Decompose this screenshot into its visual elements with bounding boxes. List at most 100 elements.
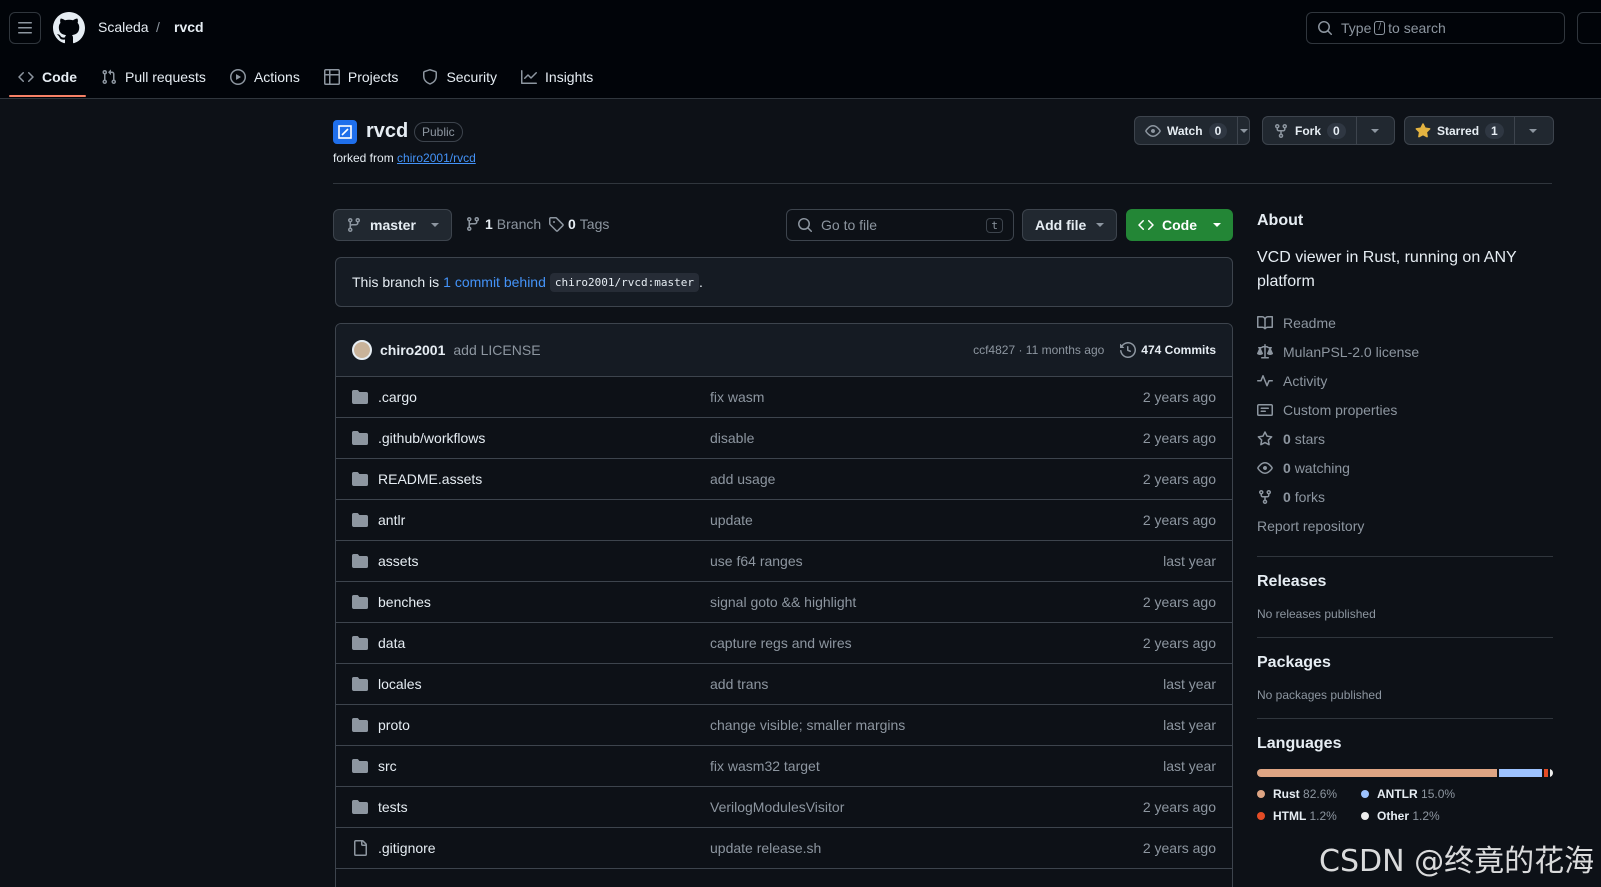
code-button[interactable]: Code [1126,209,1233,241]
file-name[interactable]: locales [378,676,710,692]
file-name[interactable]: .gitignore [378,840,710,856]
about-link-count: 0 [1283,459,1291,476]
file-name[interactable]: benches [378,594,710,610]
search-shortcut-key: / [1374,21,1386,35]
about-link[interactable]: Custom properties [1257,395,1553,424]
copilot-button[interactable] [1577,12,1601,44]
file-row[interactable]: benches signal goto && highlight 2 years a… [336,582,1232,623]
tab-projects[interactable]: Projects [315,58,408,96]
tab-actions[interactable]: Actions [221,58,309,96]
commits-link[interactable]: 474 Commits [1120,342,1216,358]
about-link[interactable]: MulanPSL-2.0 license [1257,337,1553,366]
file-commit-message[interactable]: fix wasm32 target [710,758,1092,774]
search-icon [798,218,813,233]
watch-button[interactable]: Watch 0 [1135,117,1239,144]
tag-count: 0 [568,216,576,232]
file-commit-message[interactable]: fix wasm [710,389,1092,405]
file-row[interactable]: .github/workflows disable 2 years ago [336,418,1232,459]
file-row[interactable]: locales add trans last year [336,664,1232,705]
file-name[interactable]: antlr [378,512,710,528]
tab-pull-requests[interactable]: Pull requests [92,58,215,96]
file-commit-message[interactable]: change visible; smaller margins [710,717,1092,733]
folder-icon [352,636,368,650]
menu-button[interactable] [9,12,41,44]
git-pull-request-icon [102,69,117,85]
repo-nav: Code Pull requests Actions Projects Secu… [9,58,608,98]
file-commit-message[interactable]: add usage [710,471,1092,487]
file-name[interactable]: .github/workflows [378,430,710,446]
about-link[interactable]: 0 stars [1257,424,1553,453]
file-row[interactable]: README.assets add usage 2 years ago [336,459,1232,500]
tab-code[interactable]: Code [9,58,86,97]
about-link[interactable]: Readme [1257,308,1553,337]
file-row[interactable]: data capture regs and wires 2 years ago [336,623,1232,664]
commit-message[interactable]: add LICENSE [453,342,540,358]
about-link[interactable]: 0 watching [1257,453,1553,482]
file-row[interactable]: .gitignore update release.sh 2 years ago [336,828,1232,869]
go-to-file-input[interactable]: Go to file t [786,209,1014,241]
branch-selector[interactable]: master [333,209,452,241]
watch-dropdown[interactable] [1238,117,1249,144]
avatar[interactable] [352,340,372,360]
add-file-button[interactable]: Add file [1022,209,1117,241]
file-commit-date: 2 years ago [1142,512,1216,528]
repo-title[interactable]: rvcd [366,120,408,143]
fork-count: 0 [1327,122,1346,139]
fork-button[interactable]: Fork 0 [1263,117,1357,144]
file-name[interactable]: proto [378,717,710,733]
star-dropdown[interactable] [1515,117,1551,144]
file-row[interactable]: .cargo fix wasm 2 years ago [336,377,1232,418]
file-commit-date: 2 years ago [1142,799,1216,815]
file-commit-message[interactable]: add trans [710,676,1092,692]
file-name[interactable]: .cargo [378,389,710,405]
file-type-icon [352,512,368,528]
chevron-down-icon [1371,128,1380,133]
about-link-label: MulanPSL-2.0 license [1283,343,1420,360]
file-row[interactable]: antlr update 2 years ago [336,500,1232,541]
forked-from-link[interactable]: chiro2001/rvcd [397,151,476,165]
folder-icon [352,472,368,486]
language-item[interactable]: HTML 1.2% [1257,809,1361,823]
file-row[interactable]: assets use f64 ranges last year [336,541,1232,582]
latest-commit-row: chiro2001 add LICENSE ccf4827 · 11 month… [336,324,1232,377]
file-commit-date: last year [1163,758,1216,774]
file-row[interactable]: tests VerilogModulesVisitor 2 years ago [336,787,1232,828]
commit-author[interactable]: chiro2001 [380,342,445,358]
file-commit-message[interactable]: use f64 ranges [710,553,1092,569]
file-row[interactable]: src fix wasm32 target last year [336,746,1232,787]
releases-heading[interactable]: Releases [1257,573,1553,591]
about-link[interactable]: 0 forks [1257,482,1553,511]
report-repository-link[interactable]: Report repository [1257,511,1553,540]
file-name[interactable]: tests [378,799,710,815]
breadcrumb-repo[interactable]: rvcd [174,19,204,35]
starred-button[interactable]: Starred 1 [1405,117,1515,144]
packages-heading[interactable]: Packages [1257,654,1553,672]
language-item[interactable]: ANTLR 15.0% [1361,787,1481,801]
file-commit-message[interactable]: signal goto && highlight [710,594,1092,610]
file-commit-message[interactable]: capture regs and wires [710,635,1092,651]
file-name[interactable]: data [378,635,710,651]
file-type-icon [352,471,368,487]
file-name[interactable]: assets [378,553,710,569]
search-input[interactable]: Type / to search [1306,12,1565,44]
about-link-label: Readme [1283,314,1336,331]
fork-dropdown[interactable] [1357,117,1394,144]
file-row[interactable]: proto change visible; smaller margins last… [336,705,1232,746]
file-name[interactable]: README.assets [378,471,710,487]
branches-link[interactable]: 1 Branch [465,216,541,232]
file-name[interactable]: src [378,758,710,774]
about-link[interactable]: Activity [1257,366,1553,395]
file-commit-message[interactable]: disable [710,430,1092,446]
language-item[interactable]: Other 1.2% [1361,809,1481,823]
file-commit-message[interactable]: VerilogModulesVisitor [710,799,1092,815]
file-commit-message[interactable]: update release.sh [710,840,1092,856]
commit-sha-time[interactable]: ccf4827 · 11 months ago [973,343,1104,357]
breadcrumb-owner[interactable]: Scaleda [98,19,149,35]
tags-link[interactable]: 0 Tags [548,216,609,232]
github-logo-icon[interactable] [53,12,85,44]
language-item[interactable]: Rust 82.6% [1257,787,1361,801]
commits-behind-link[interactable]: 1 commit behind [443,274,546,290]
file-commit-message[interactable]: update [710,512,1092,528]
tab-security[interactable]: Security [413,58,506,96]
tab-insights[interactable]: Insights [512,58,602,96]
